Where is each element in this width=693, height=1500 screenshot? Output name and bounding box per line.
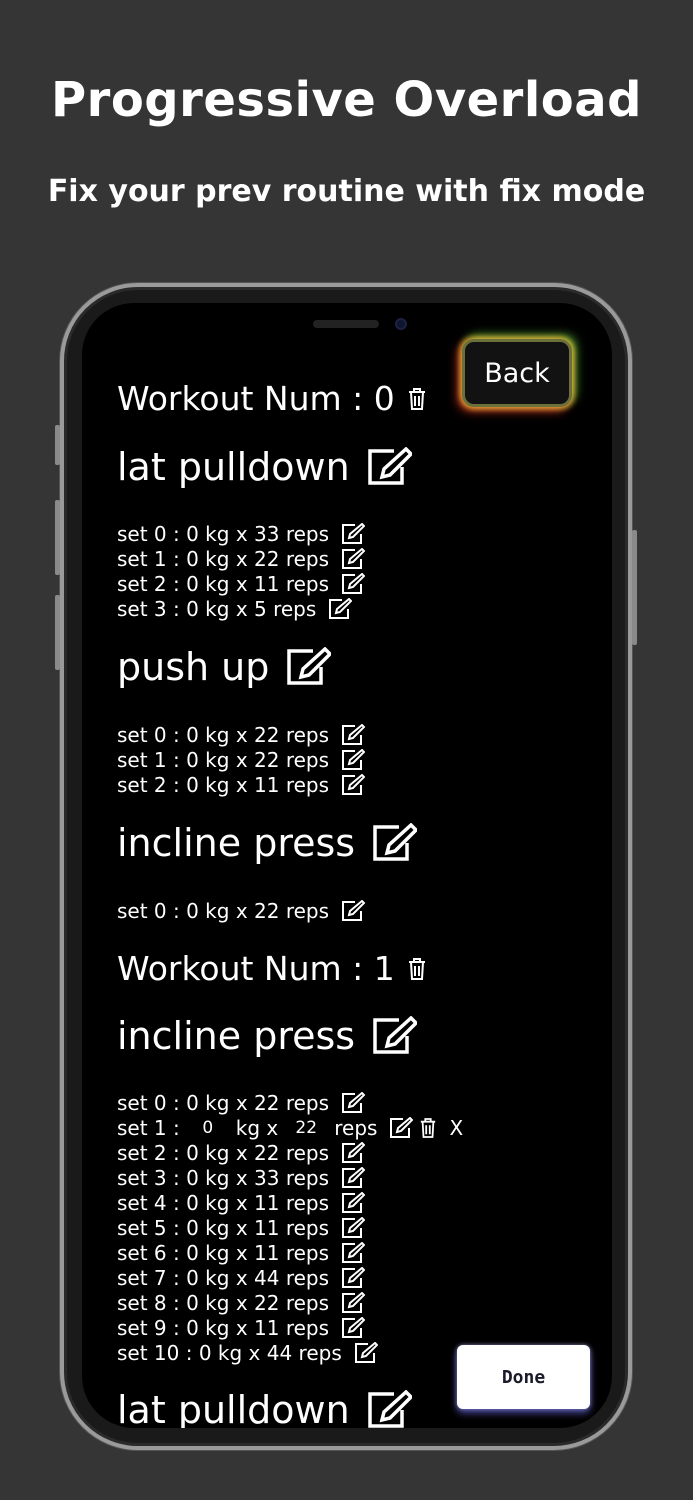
trash-icon[interactable] bbox=[407, 957, 427, 981]
page-title: Progressive Overload bbox=[50, 72, 643, 128]
workout-label: Workout Num : 1 bbox=[117, 949, 395, 988]
set-text: set 9 : 0 kg x 11 reps bbox=[117, 1316, 330, 1340]
set-row: set 7 : 0 kg x 44 reps bbox=[117, 1266, 366, 1290]
set-text: set 2 : 0 kg x 22 reps bbox=[117, 1141, 330, 1165]
exercise-name: lat pulldown bbox=[117, 445, 350, 489]
set-text: set 8 : 0 kg x 22 reps bbox=[117, 1291, 330, 1315]
front-camera bbox=[395, 318, 407, 330]
edit-icon[interactable] bbox=[285, 647, 332, 687]
set-row: set 10 : 0 kg x 44 reps bbox=[117, 1341, 378, 1365]
set-row: set 4 : 0 kg x 11 reps bbox=[117, 1191, 366, 1215]
close-edit-button[interactable]: X bbox=[449, 1116, 463, 1140]
phone-mute-switch bbox=[55, 425, 60, 465]
set-row: set 0 : 0 kg x 22 reps bbox=[117, 723, 366, 747]
speaker-grille bbox=[313, 320, 379, 328]
set-text: set 0 : 0 kg x 33 reps bbox=[117, 522, 330, 546]
edit-icon[interactable] bbox=[341, 1092, 366, 1114]
set-text: set 2 : 0 kg x 11 reps bbox=[117, 572, 330, 596]
edit-icon[interactable] bbox=[371, 1016, 418, 1056]
reps-unit: reps bbox=[334, 1116, 378, 1140]
set-row: set 3 : 0 kg x 5 reps bbox=[117, 597, 353, 621]
edit-icon[interactable] bbox=[341, 548, 366, 570]
set-text: set 2 : 0 kg x 11 reps bbox=[117, 773, 330, 797]
trash-icon[interactable] bbox=[419, 1117, 437, 1139]
exercise-header-partial: lat pulldown bbox=[117, 1388, 412, 1428]
set-row: set 8 : 0 kg x 22 reps bbox=[117, 1291, 366, 1315]
set-row: set 0 : 0 kg x 33 reps bbox=[117, 522, 366, 546]
exercise-name: incline press bbox=[117, 1014, 356, 1058]
phone-power-button bbox=[632, 530, 637, 645]
weight-unit: kg x bbox=[235, 1116, 279, 1140]
trash-icon[interactable] bbox=[407, 387, 427, 411]
edit-icon[interactable] bbox=[341, 900, 366, 922]
edit-icon[interactable] bbox=[389, 1117, 414, 1139]
exercise-header: push up bbox=[117, 645, 332, 689]
done-button[interactable]: Done bbox=[457, 1345, 590, 1409]
set-row: set 2 : 0 kg x 11 reps bbox=[117, 773, 366, 797]
set-row: set 3 : 0 kg x 33 reps bbox=[117, 1166, 366, 1190]
edit-icon[interactable] bbox=[341, 749, 366, 771]
edit-icon[interactable] bbox=[354, 1342, 378, 1364]
exercise-name: push up bbox=[117, 645, 270, 689]
set-row: set 0 : 0 kg x 22 reps bbox=[117, 899, 366, 923]
phone-volume-up bbox=[55, 500, 60, 575]
exercise-name: incline press bbox=[117, 821, 356, 865]
set-row: set 0 : 0 kg x 22 reps bbox=[117, 1091, 366, 1115]
edit-icon[interactable] bbox=[341, 1317, 366, 1339]
edit-icon[interactable] bbox=[341, 774, 366, 796]
workout-label: Workout Num : 0 bbox=[117, 379, 395, 418]
set-prefix: set 1 : bbox=[117, 1116, 180, 1140]
edit-icon[interactable] bbox=[341, 1142, 366, 1164]
page-subtitle: Fix your prev routine with fix mode bbox=[47, 174, 646, 209]
set-row: set 1 : 0 kg x 22 reps bbox=[117, 547, 366, 571]
phone-volume-down bbox=[55, 595, 60, 670]
exercise-header: incline press bbox=[117, 1014, 418, 1058]
set-text: set 3 : 0 kg x 5 reps bbox=[117, 597, 317, 621]
exercise-name: lat pulldown bbox=[117, 1388, 350, 1428]
edit-icon[interactable] bbox=[371, 823, 418, 863]
edit-icon[interactable] bbox=[366, 447, 412, 487]
set-row: set 6 : 0 kg x 11 reps bbox=[117, 1241, 366, 1265]
edit-icon[interactable] bbox=[341, 523, 366, 545]
set-text: set 10 : 0 kg x 44 reps bbox=[117, 1341, 342, 1365]
set-row: set 2 : 0 kg x 11 reps bbox=[117, 572, 366, 596]
set-text: set 5 : 0 kg x 11 reps bbox=[117, 1216, 330, 1240]
edit-icon[interactable] bbox=[341, 1242, 366, 1264]
edit-icon[interactable] bbox=[366, 1390, 412, 1428]
set-row-editing: set 1 : 0 kg x 22 reps X bbox=[117, 1116, 463, 1140]
set-row: set 5 : 0 kg x 11 reps bbox=[117, 1216, 366, 1240]
set-text: set 0 : 0 kg x 22 reps bbox=[117, 1091, 330, 1115]
set-text: set 4 : 0 kg x 11 reps bbox=[117, 1191, 330, 1215]
set-text: set 0 : 0 kg x 22 reps bbox=[117, 723, 330, 747]
set-row: set 9 : 0 kg x 11 reps bbox=[117, 1316, 366, 1340]
back-button[interactable]: Back bbox=[462, 339, 572, 407]
reps-input[interactable]: 22 bbox=[278, 1118, 334, 1138]
set-text: set 6 : 0 kg x 11 reps bbox=[117, 1241, 330, 1265]
edit-icon[interactable] bbox=[341, 573, 366, 595]
edit-icon[interactable] bbox=[341, 1167, 366, 1189]
exercise-header: incline press bbox=[117, 821, 418, 865]
phone-screen: Back Workout Num : 0 lat pulldown set 0 … bbox=[82, 303, 612, 1428]
set-text: set 1 : 0 kg x 22 reps bbox=[117, 748, 330, 772]
edit-icon[interactable] bbox=[341, 724, 366, 746]
exercise-header: lat pulldown bbox=[117, 445, 412, 489]
workout-header-0: Workout Num : 0 bbox=[117, 379, 427, 418]
edit-icon[interactable] bbox=[341, 1267, 366, 1289]
edit-icon[interactable] bbox=[341, 1192, 366, 1214]
workout-header-1: Workout Num : 1 bbox=[117, 949, 427, 988]
edit-icon[interactable] bbox=[341, 1217, 366, 1239]
set-text: set 7 : 0 kg x 44 reps bbox=[117, 1266, 330, 1290]
weight-input[interactable]: 0 bbox=[180, 1118, 236, 1138]
set-row: set 2 : 0 kg x 22 reps bbox=[117, 1141, 366, 1165]
set-text: set 3 : 0 kg x 33 reps bbox=[117, 1166, 330, 1190]
edit-icon[interactable] bbox=[328, 598, 353, 620]
set-row: set 1 : 0 kg x 22 reps bbox=[117, 748, 366, 772]
edit-icon[interactable] bbox=[341, 1292, 366, 1314]
set-text: set 1 : 0 kg x 22 reps bbox=[117, 547, 330, 571]
set-text: set 0 : 0 kg x 22 reps bbox=[117, 899, 330, 923]
